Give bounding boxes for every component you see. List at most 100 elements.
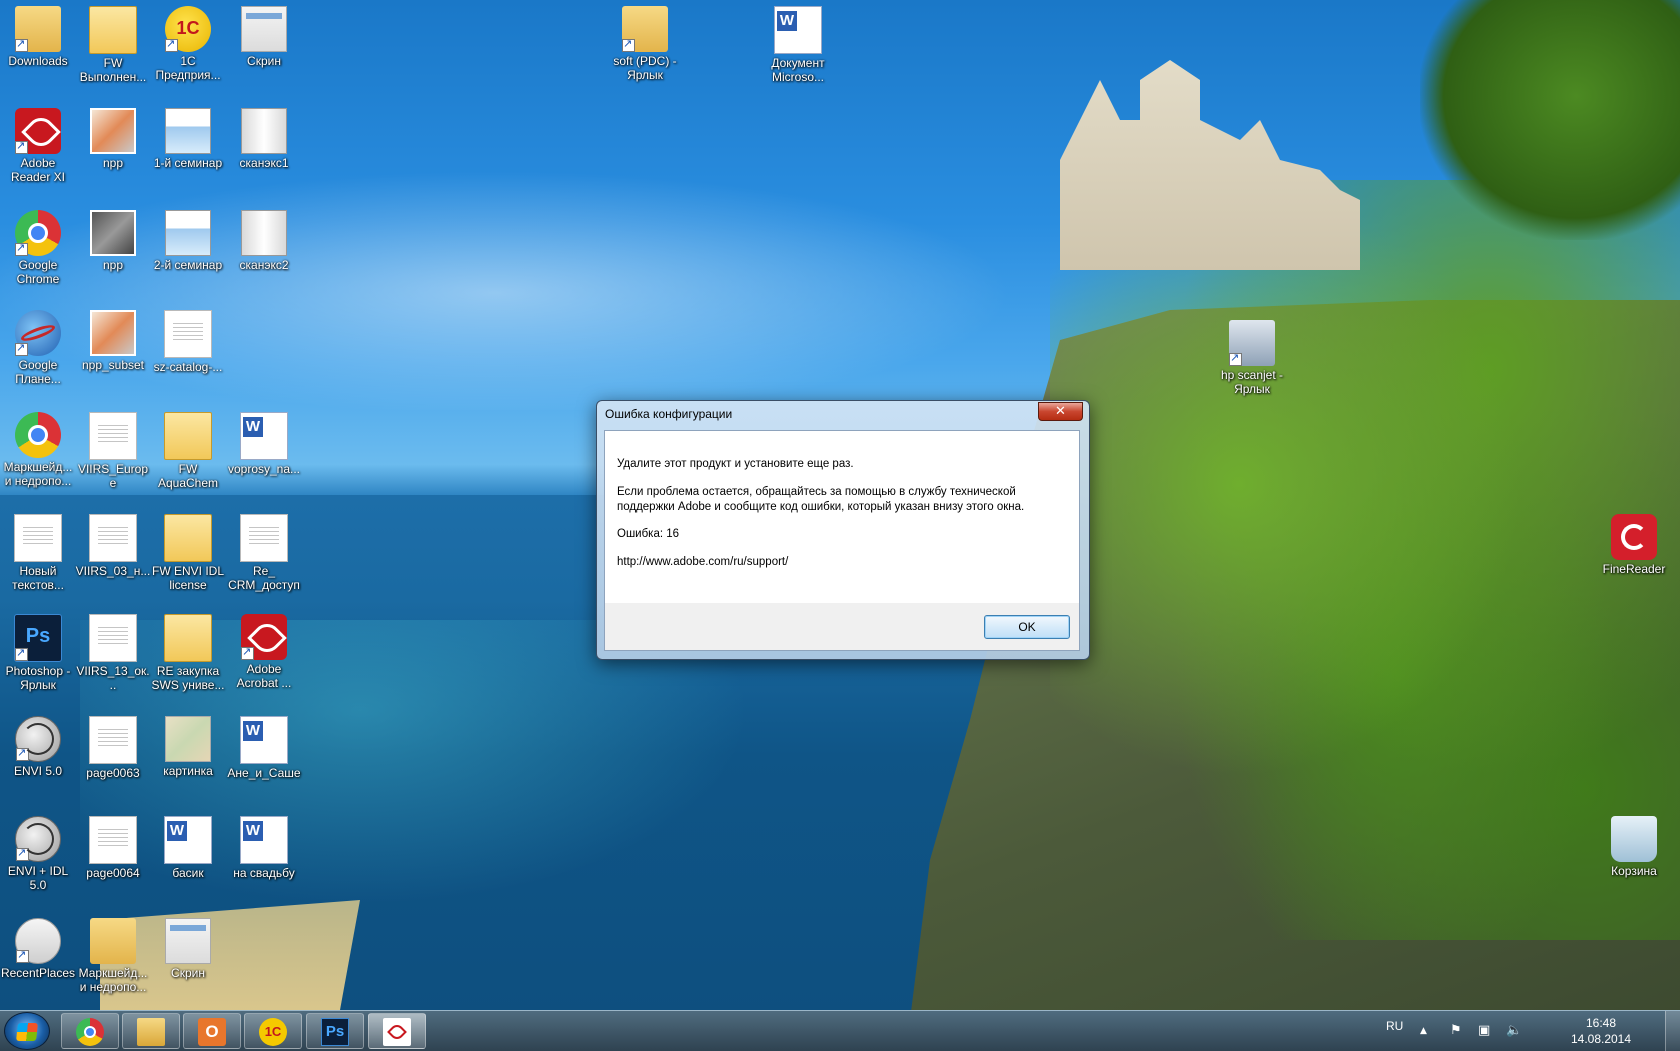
desktop-icon-viirs-europe[interactable]: VIIRS_Europe: [75, 412, 151, 490]
wallpaper-castle: [1060, 60, 1360, 270]
desktop-wallpaper: Downloads Adobe Reader XI Google Chrome …: [0, 0, 1680, 1010]
desktop-icon-envi[interactable]: ENVI 5.0: [0, 716, 76, 778]
desktop-icon-ane-i-sashe[interactable]: Ане_и_Саше: [226, 716, 302, 780]
recycle-bin-icon: [1611, 816, 1657, 862]
desktop-icon-label: FW AquaChem: [157, 462, 219, 490]
chrome-icon: [15, 210, 61, 256]
desktop-icon-fw-aquachem[interactable]: FW AquaChem: [150, 412, 226, 490]
desktop-icon-page0063[interactable]: page0063: [75, 716, 151, 780]
taskbar-chrome[interactable]: [61, 1013, 119, 1049]
desktop-icon-label: на свадьбу: [233, 866, 295, 880]
taskbar-outlook[interactable]: [183, 1013, 241, 1049]
folder-icon: [622, 6, 668, 52]
desktop-icon-adobe-reader[interactable]: Adobe Reader XI: [0, 108, 76, 184]
desktop-icon-label: Google Chrome: [16, 258, 60, 286]
shortcut-arrow-icon: [15, 37, 28, 52]
desktop-icon-label: voprosy_na...: [227, 462, 301, 476]
desktop-icon-adobe-acrobat[interactable]: Adobe Acrobat ...: [226, 614, 302, 690]
dialog-support-url: http://www.adobe.com/ru/support/: [617, 556, 789, 568]
desktop-icon-chrome-markshade[interactable]: Маркшейд... и недропо...: [0, 412, 76, 488]
desktop-icon-downloads[interactable]: Downloads: [0, 6, 76, 68]
desktop-icon-fw-envi-license[interactable]: FW ENVI IDL license: [150, 514, 226, 592]
desktop-icon-viirs-03[interactable]: VIIRS_03_н...: [75, 514, 151, 578]
taskbar-photoshop[interactable]: [306, 1013, 364, 1049]
desktop-icon-label: ENVI 5.0: [13, 764, 63, 778]
shortcut-arrow-icon: [622, 37, 635, 52]
pdf-icon: [383, 1018, 411, 1046]
desktop-icon-google-chrome[interactable]: Google Chrome: [0, 210, 76, 286]
desktop-icon-hp-scanjet[interactable]: hp scanjet - Ярлык: [1214, 320, 1290, 396]
desktop-icon-kartinka[interactable]: картинка: [150, 716, 226, 778]
mail-icon: [164, 514, 212, 562]
desktop-icon-npp-2[interactable]: npp: [75, 210, 151, 272]
mail-icon: [164, 412, 212, 460]
desktop-icon-label: 2-й семинар: [153, 258, 223, 272]
desktop-icon-voprosy[interactable]: voprosy_na...: [226, 412, 302, 476]
desktop-icon-label: Google Плане...: [15, 358, 61, 386]
desktop-icon-google-earth[interactable]: Google Плане...: [0, 310, 76, 386]
desktop-icon-page0064[interactable]: page0064: [75, 816, 151, 880]
network-icon[interactable]: ▣: [1478, 1023, 1490, 1038]
wallpaper-tree: [1420, 0, 1680, 240]
google-earth-icon: [15, 310, 61, 356]
desktop-icon-recycle-bin[interactable]: Корзина: [1596, 816, 1672, 878]
desktop-icon-label: FW ENVI IDL license: [151, 564, 224, 592]
desktop-icon-na-svadbu[interactable]: на свадьбу: [226, 816, 302, 880]
envi-icon: [15, 716, 61, 762]
desktop-icon-label: сканэкс1: [239, 156, 289, 170]
desktop-icon-label: Скрин: [247, 54, 281, 68]
desktop-icon-npp[interactable]: npp: [75, 108, 151, 170]
shortcut-arrow-icon: [15, 341, 28, 356]
dialog-close-button[interactable]: ✕: [1038, 402, 1083, 421]
taskbar-adobe-reader[interactable]: [368, 1013, 426, 1049]
show-desktop-button[interactable]: [1665, 1011, 1680, 1051]
desktop-icon-label: 1-й семинар: [153, 156, 223, 170]
screenshot-icon: [241, 6, 287, 52]
mail-icon: [89, 6, 137, 54]
clock[interactable]: 16:48 14.08.2014: [1566, 1015, 1636, 1047]
slide-icon: [165, 210, 211, 256]
desktop-icon-re-zakupka[interactable]: RE закупка SWS униве...: [150, 614, 226, 692]
clock-time: 16:48: [1585, 1016, 1617, 1030]
desktop-icon-viirs-13[interactable]: VIIRS_13_ок...: [75, 614, 151, 692]
desktop-icon-npp-subset[interactable]: npp_subset: [75, 310, 151, 372]
desktop-icon-basik[interactable]: басик: [150, 816, 226, 880]
desktop-icon-new-text[interactable]: Новый текстов...: [0, 514, 76, 592]
desktop-icon-finereader[interactable]: FineReader: [1596, 514, 1672, 576]
tray-expand-icon[interactable]: ▲: [1420, 1026, 1427, 1036]
desktop-icon-skrin[interactable]: Скрин: [226, 6, 302, 68]
chrome-icon: [15, 412, 61, 458]
ok-button[interactable]: OK: [984, 615, 1070, 639]
desktop-icon-markshade-folder[interactable]: Маркшейд... и недропо...: [75, 918, 151, 994]
desktop-icon-skaneks-2[interactable]: сканэкс2: [226, 210, 302, 272]
desktop-icon-label: sz-catalog-...: [153, 360, 223, 374]
desktop-icon-re-crm[interactable]: Re_ CRM_доступ: [226, 514, 302, 592]
desktop-icon-sz-catalog[interactable]: sz-catalog-...: [150, 310, 226, 374]
pdf-icon: [15, 108, 61, 154]
pdf-document-icon: [240, 514, 288, 562]
desktop-icon-envi-idl[interactable]: ENVI + IDL 5.0: [0, 816, 76, 892]
document-icon: [89, 716, 137, 764]
text-file-icon: [89, 412, 137, 460]
taskbar-1c[interactable]: [244, 1013, 302, 1049]
desktop-icon-recent-places[interactable]: RecentPlaces: [0, 918, 76, 980]
desktop-icon-label: npp: [102, 258, 124, 272]
explorer-icon: [137, 1018, 165, 1046]
volume-icon[interactable]: 🔈: [1506, 1023, 1522, 1038]
start-button[interactable]: [4, 1012, 50, 1050]
language-indicator[interactable]: RU: [1386, 1019, 1403, 1033]
desktop-icon-soft-pdc[interactable]: soft (PDC) - Ярлык: [607, 6, 683, 82]
desktop-icon-skaneks-1[interactable]: сканэкс1: [226, 108, 302, 170]
desktop-icon-1c[interactable]: 1C Предприя...: [150, 6, 226, 82]
desktop-icon-label: VIIRS_13_ок...: [76, 664, 150, 692]
desktop-icon-skrin-2[interactable]: Скрин: [150, 918, 226, 980]
configuration-error-dialog: Ошибка конфигурации ✕ Удалите этот проду…: [596, 400, 1090, 660]
desktop-icon-seminar-1[interactable]: 1-й семинар: [150, 108, 226, 170]
desktop-icon-label: Re_ CRM_доступ: [228, 564, 300, 592]
taskbar-explorer[interactable]: [122, 1013, 180, 1049]
desktop-icon-word-document[interactable]: Документ Microso...: [760, 6, 836, 84]
desktop-icon-seminar-2[interactable]: 2-й семинар: [150, 210, 226, 272]
action-center-flag-icon[interactable]: ⚑: [1450, 1023, 1462, 1038]
desktop-icon-photoshop[interactable]: Photoshop - Ярлык: [0, 614, 76, 692]
desktop-icon-fw-mail[interactable]: FW Выполнен...: [75, 6, 151, 84]
